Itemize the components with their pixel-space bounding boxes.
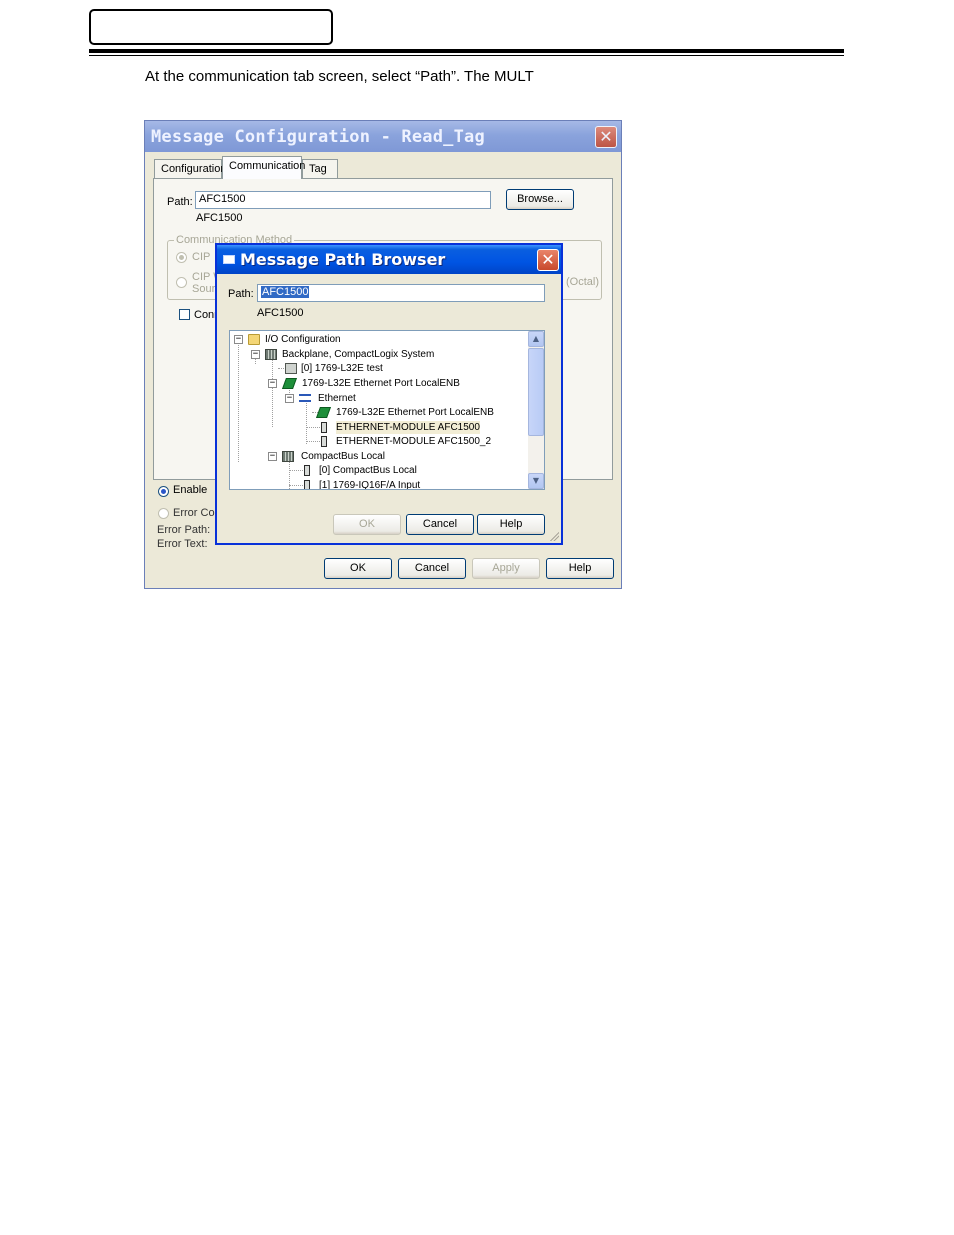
path-input[interactable]: AFC1500 <box>195 191 491 209</box>
window-icon <box>223 255 235 264</box>
header-rule <box>89 49 844 53</box>
ethernet-port-icon <box>315 407 332 418</box>
tree-item-label: CompactBus Local <box>301 451 385 462</box>
path-resolved: AFC1500 <box>257 307 304 319</box>
tab-label: Configuration <box>161 163 227 175</box>
enable-label: Enable <box>173 484 208 496</box>
cancel-button[interactable]: Cancel <box>398 558 466 579</box>
tree-item-label: 1769-L32E Ethernet Port LocalENB <box>336 407 494 418</box>
tree-item-label: 1769-L32E Ethernet Port LocalENB <box>302 378 460 389</box>
cip-radio[interactable] <box>176 252 187 263</box>
dialog-title: Message Path Browser <box>240 250 446 269</box>
module-icon <box>304 465 310 476</box>
tree-item-label: [0] 1769-L32E test <box>301 363 383 374</box>
cip-label: CIP <box>192 251 211 263</box>
scroll-thumb[interactable] <box>528 348 544 436</box>
path-selected-text: AFC1500 <box>261 286 310 298</box>
browse-button[interactable]: Browse... <box>506 189 574 210</box>
path-resolved: AFC1500 <box>196 212 243 224</box>
tab-communication[interactable]: Communication <box>222 156 306 179</box>
module-icon <box>321 436 327 447</box>
octal-label: (Octal) <box>566 276 599 288</box>
tree-line <box>289 470 303 471</box>
tree-line <box>289 485 303 486</box>
io-tree[interactable]: − I/O Configuration − Backplane, Compact… <box>229 330 545 490</box>
tree-line <box>238 342 239 462</box>
error-code-label: Error Coc <box>173 507 221 519</box>
window-title: Message Configuration - Read_Tag <box>151 127 485 147</box>
collapse-icon[interactable]: − <box>234 335 243 344</box>
error-path-label: Error Path: <box>157 524 211 536</box>
path-label: Path: <box>167 196 193 208</box>
enable-indicator <box>158 486 169 497</box>
close-icon[interactable]: ✕ <box>537 249 559 271</box>
controller-icon <box>285 363 297 374</box>
ok-button[interactable]: OK <box>333 514 401 535</box>
tree-line <box>306 401 307 444</box>
tree-line <box>272 357 273 427</box>
module-icon <box>304 480 310 489</box>
collapse-icon[interactable]: − <box>268 379 277 388</box>
rack-icon <box>265 349 277 360</box>
tree-line <box>306 441 320 442</box>
path-input[interactable]: AFC1500 <box>257 284 545 302</box>
error-code-indicator <box>158 508 169 519</box>
tree-item-label: [0] CompactBus Local <box>319 465 417 476</box>
cancel-button[interactable]: Cancel <box>406 514 474 535</box>
scroll-up-icon[interactable]: ▲ <box>528 331 544 347</box>
folder-icon <box>248 334 260 345</box>
rack-icon <box>282 451 294 462</box>
tab-label: Communication <box>229 160 306 172</box>
tree-item-label: Ethernet <box>318 393 356 404</box>
help-button[interactable]: Help <box>477 514 545 535</box>
connected-checkbox[interactable] <box>179 309 190 320</box>
collapse-icon[interactable]: − <box>268 452 277 461</box>
tree-item-label: ETHERNET-MODULE AFC1500 <box>336 421 480 434</box>
apply-button[interactable]: Apply <box>472 558 540 579</box>
tab-label: Tag <box>309 163 327 175</box>
close-icon[interactable]: ✕ <box>595 126 617 148</box>
cip-with-source-radio[interactable] <box>176 277 187 288</box>
scroll-down-icon[interactable]: ▼ <box>528 473 544 489</box>
tree-item-label: ETHERNET-MODULE AFC1500_2 <box>336 436 492 447</box>
window-title-bar[interactable]: Message Configuration - Read_Tag <box>145 121 621 152</box>
header-box <box>89 9 333 45</box>
tree-item-label: [1] 1769-IQ16F/A Input <box>319 480 421 490</box>
collapse-icon[interactable]: − <box>251 350 260 359</box>
message-path-browser-dialog: Message Path Browser ✕ Path: AFC1500 AFC… <box>215 243 563 545</box>
module-icon <box>321 422 327 433</box>
collapse-icon[interactable]: − <box>285 394 294 403</box>
network-icon <box>299 394 311 402</box>
tree-scrollbar[interactable]: ▲ ▼ <box>528 331 544 489</box>
ethernet-port-icon <box>281 378 298 389</box>
tree-item-label: I/O Configuration <box>265 334 341 345</box>
ok-button[interactable]: OK <box>324 558 392 579</box>
tree-item-label: Backplane, CompactLogix System <box>282 349 435 360</box>
header-rule-thin <box>89 55 844 56</box>
resize-grip-icon[interactable] <box>549 531 559 541</box>
tab-configuration[interactable]: Configuration <box>154 159 226 178</box>
tab-tag[interactable]: Tag <box>302 159 338 178</box>
help-button[interactable]: Help <box>546 558 614 579</box>
tree-line <box>306 427 320 428</box>
dialog-title-bar[interactable]: Message Path Browser <box>217 245 561 274</box>
path-label: Path: <box>228 288 254 300</box>
instruction-text: At the communication tab screen, select … <box>145 68 534 85</box>
error-text-label: Error Text: <box>157 538 208 550</box>
